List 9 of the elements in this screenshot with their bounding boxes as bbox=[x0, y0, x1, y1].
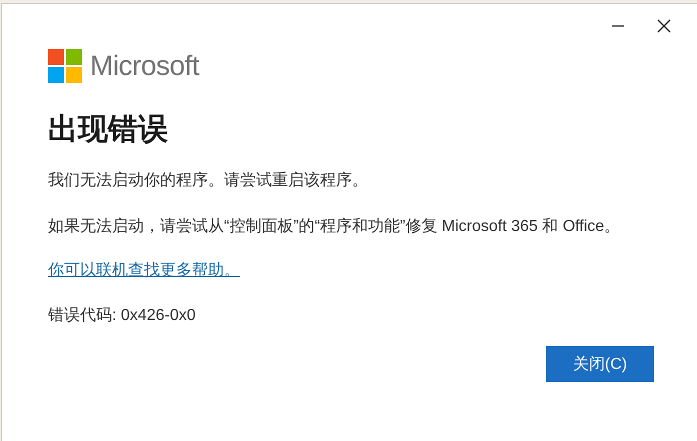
close-button[interactable]: 关闭(C) bbox=[546, 346, 654, 382]
dialog-title: 出现错误 bbox=[48, 112, 169, 148]
close-icon[interactable] bbox=[657, 19, 671, 33]
message-text: 我们无法启动你的程序。请尝试重启该程序。 bbox=[48, 170, 369, 191]
error-code: 错误代码: 0x426-0x0 bbox=[48, 306, 197, 326]
brand-name: Microsoft bbox=[90, 50, 200, 82]
logo-icon bbox=[48, 49, 82, 83]
message-text: 如果无法启动，请尝试从“控制面板”的“程序和功能”修复 Microsoft 365 和 Office。 bbox=[48, 216, 622, 237]
help-link[interactable]: 你可以联机查找更多帮助。 bbox=[48, 262, 240, 279]
